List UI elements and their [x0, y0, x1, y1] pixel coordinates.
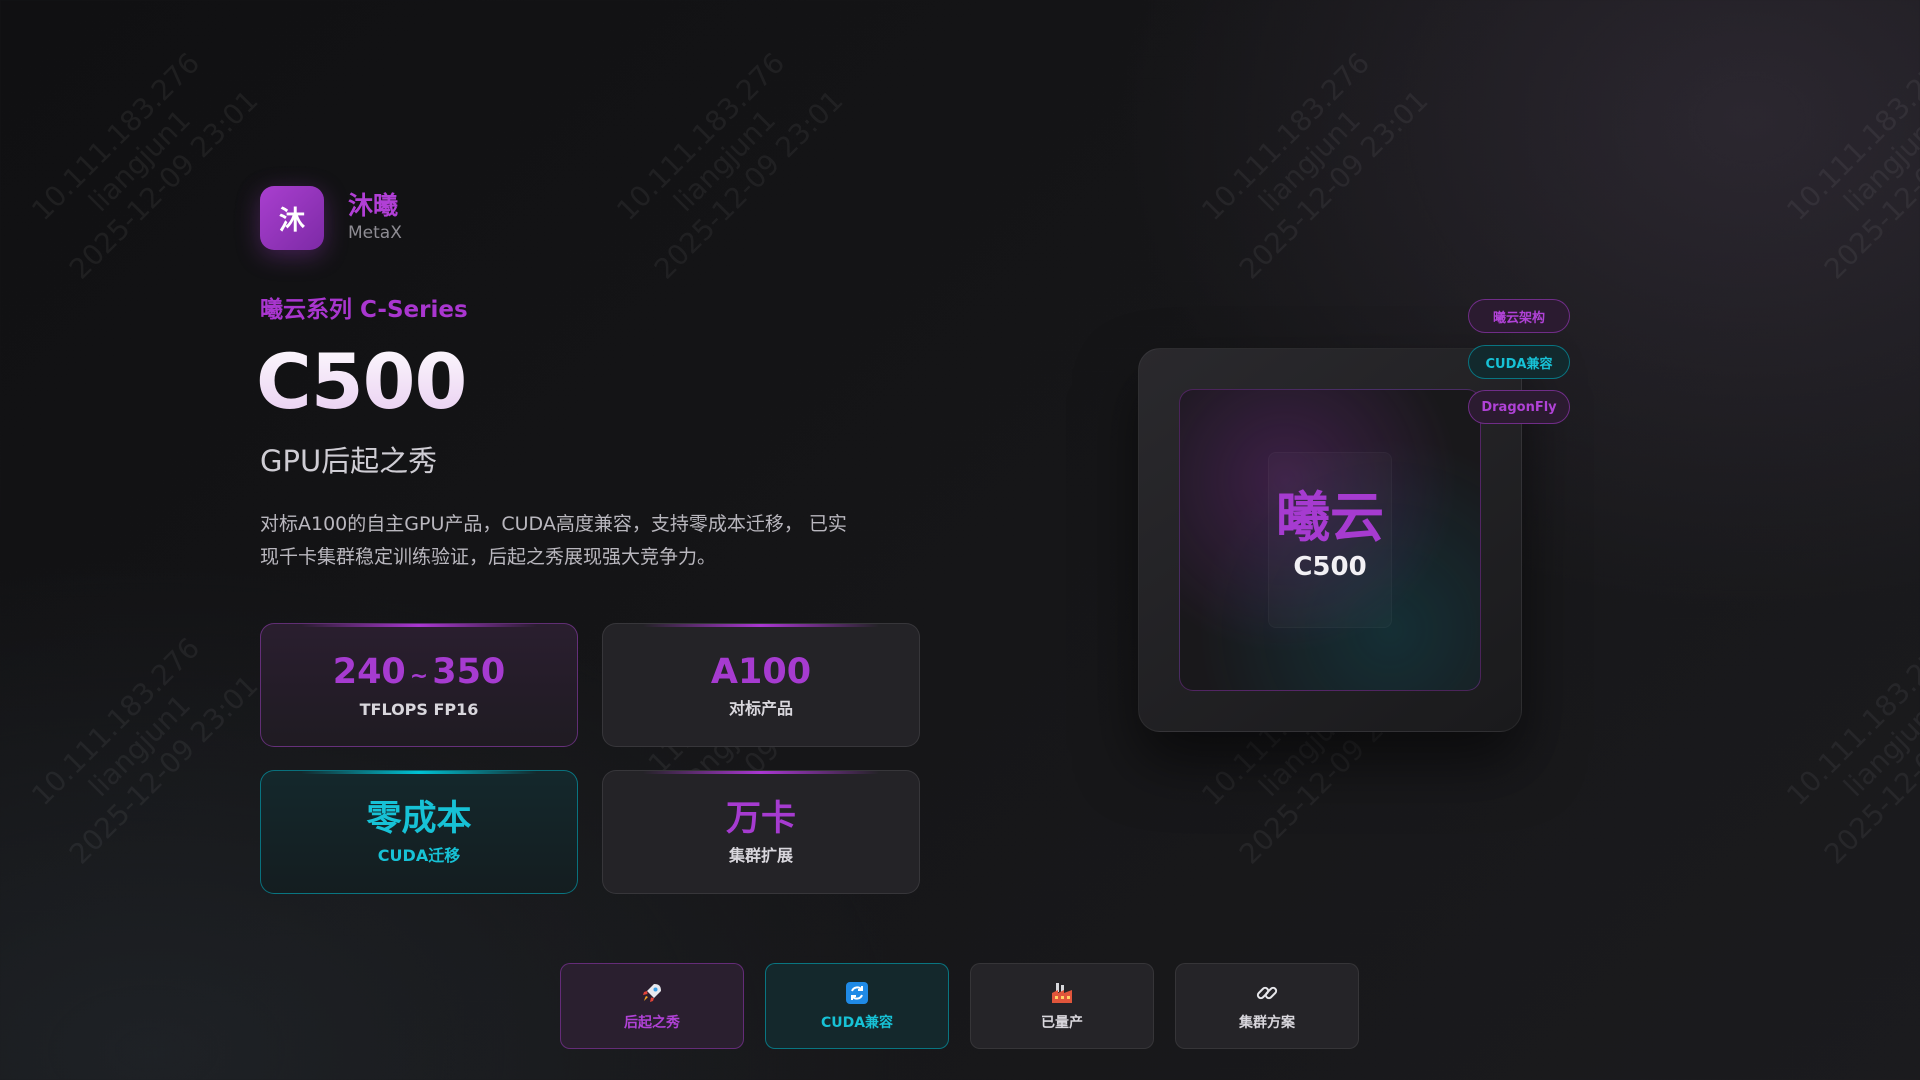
link-icon: [1254, 980, 1280, 1006]
stat-label: CUDA迁移: [377, 846, 461, 865]
stat-card-cluster: 万卡 集群扩展: [602, 770, 920, 894]
action-label: 后起之秀: [624, 1015, 680, 1031]
stat-card-migration: 零成本 CUDA迁移: [260, 770, 578, 894]
action-button-cuda[interactable]: CUDA兼容: [765, 963, 949, 1049]
stat-label: 集群扩展: [728, 846, 793, 865]
watermark: 10.111.183.276liangjun12025-12-09 23:01: [1780, 631, 1920, 871]
stat-card-tflops: 240 ~350 TFLOPS FP16: [260, 623, 578, 747]
action-label: 集群方案: [1239, 1015, 1295, 1031]
brand-logo: 沐: [260, 186, 324, 250]
watermark: 10.111.183.276liangjun12025-12-09 23:01: [25, 631, 265, 871]
stat-card-benchmark: A100 对标产品: [602, 623, 920, 747]
tag-cuda: CUDA兼容: [1468, 345, 1570, 379]
watermark: 10.111.183.276liangjun12025-12-09 23:01: [1780, 46, 1920, 286]
stat-value: 240 ~350: [332, 652, 506, 692]
action-button-rising-star[interactable]: 后起之秀: [560, 963, 744, 1049]
action-label: CUDA兼容: [820, 1015, 894, 1031]
chip-illustration: 曦云 C500: [1138, 348, 1522, 732]
description: 对标A100的自主GPU产品，CUDA高度兼容，支持零成本迁移， 已实现千卡集群…: [260, 513, 847, 568]
brand-subtitle: MetaX: [348, 223, 402, 243]
brand: 沐 沐曦 MetaX: [260, 186, 402, 250]
chip-title: 曦云: [1276, 486, 1384, 549]
tagline: GPU后起之秀: [260, 444, 438, 478]
brand-name: 沐曦: [348, 191, 399, 220]
model-title: C500: [256, 334, 467, 430]
action-button-mass-production[interactable]: 已量产: [970, 963, 1154, 1049]
action-button-cluster[interactable]: 集群方案: [1175, 963, 1359, 1049]
watermark: 10.111.183.276liangjun12025-12-09 23:01: [25, 46, 265, 286]
tag-dragonfly: DragonFly: [1468, 390, 1570, 424]
series-label: 曦云系列 C-Series: [260, 297, 468, 323]
chip-model: C500: [1293, 552, 1367, 582]
rocket-icon: [639, 980, 665, 1006]
refresh-icon: [844, 980, 870, 1006]
stat-label: 对标产品: [728, 699, 793, 718]
stat-value: 零成本: [366, 799, 472, 839]
stat-value: A100: [710, 652, 812, 692]
action-label: 已量产: [1041, 1015, 1083, 1031]
watermark: 10.111.183.276liangjun12025-12-09 23:01: [1195, 46, 1435, 286]
factory-icon: [1049, 980, 1075, 1006]
brand-text: 沐曦 MetaX: [348, 191, 402, 245]
chip-die: 曦云 C500: [1179, 389, 1481, 691]
watermark: 10.111.183.276liangjun12025-12-09 23:01: [610, 46, 850, 286]
stat-label: TFLOPS FP16: [359, 700, 479, 719]
stat-value: 万卡: [725, 799, 796, 839]
tag-architecture: 曦云架构: [1468, 299, 1570, 333]
